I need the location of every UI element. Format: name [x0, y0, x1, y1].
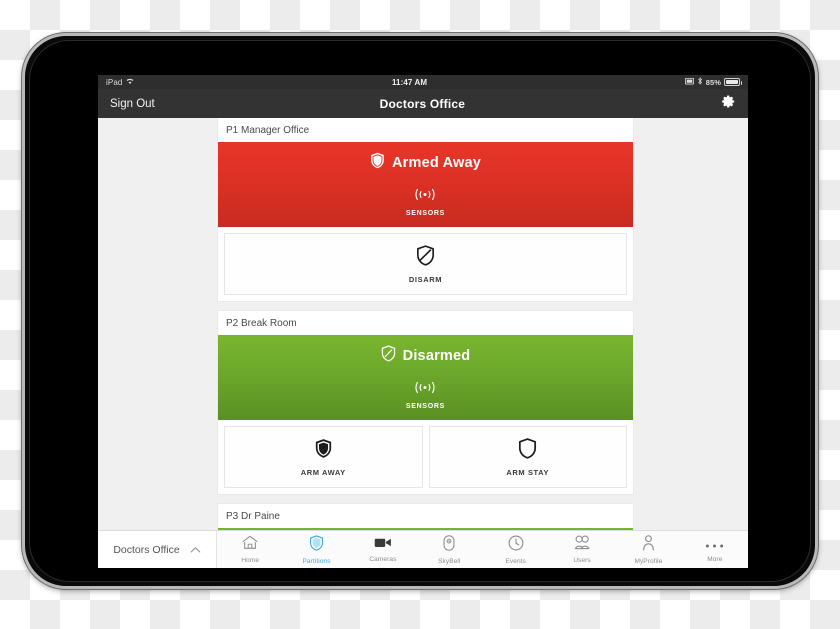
tab-label: SkyBell	[438, 557, 461, 565]
tab-home[interactable]: Home	[217, 531, 283, 568]
battery-icon	[724, 78, 742, 86]
tab-label: Cameras	[369, 556, 397, 563]
status-bar-right: 85%	[684, 77, 742, 87]
status-bar-clock: 11:47 AM	[391, 77, 428, 87]
ios-status-bar: iPad 11:47 AM 85%	[98, 75, 748, 89]
shield-icon	[309, 534, 324, 556]
app-nav-bar: Sign Out Doctors Office	[98, 89, 748, 118]
sensors-signal-icon	[414, 381, 436, 399]
partition-title: P3 Dr Paine	[218, 504, 633, 528]
partitions-scroll-area[interactable]: P1 Manager Office Armed Away SENSORS DIS…	[98, 118, 748, 530]
carrier-label: iPad	[106, 77, 123, 87]
sensors-button[interactable]: SENSORS	[406, 381, 445, 410]
site-selector-label: Doctors Office	[113, 543, 180, 556]
tab-label: More	[707, 556, 723, 563]
arm-stay-button[interactable]: ARM STAY	[428, 426, 627, 488]
sensors-label: SENSORS	[405, 403, 446, 410]
action-label: ARM AWAY	[300, 468, 346, 477]
wifi-icon	[126, 78, 134, 87]
shield-outline-icon	[381, 345, 396, 367]
disarm-button[interactable]: DISARM	[224, 233, 627, 295]
ipad-screen: iPad 11:47 AM 85% Sign Out Doctors Offic…	[98, 75, 748, 568]
shield-slash-icon	[416, 245, 435, 271]
person-icon	[642, 534, 655, 556]
tab-list: Home Partitions Cameras SkyBell Events U…	[217, 531, 748, 568]
tab-events[interactable]: Events	[483, 531, 549, 568]
partition-status-band[interactable]: Armed Away SENSORS	[218, 142, 633, 227]
partition-title: P1 Manager Office	[218, 118, 633, 142]
bluetooth-icon	[697, 77, 703, 87]
tab-label: MyProfile	[634, 557, 663, 565]
partition-status: Disarmed	[381, 345, 471, 367]
partition-status-label: Disarmed	[402, 348, 471, 364]
partition-title: P2 Break Room	[218, 311, 633, 335]
partition-card: P3 Dr Paine	[218, 504, 633, 530]
tab-label: Users	[573, 557, 591, 564]
sign-out-button[interactable]: Sign Out	[110, 98, 155, 110]
gear-icon	[721, 94, 736, 114]
clock-icon	[508, 535, 524, 556]
sensors-signal-icon	[414, 188, 436, 206]
shield-filled-icon	[314, 438, 333, 464]
partitions-list: P1 Manager Office Armed Away SENSORS DIS…	[218, 118, 633, 530]
shield-filled-icon	[370, 152, 385, 174]
sensors-label: SENSORS	[405, 210, 446, 217]
action-label: ARM STAY	[506, 468, 550, 477]
tab-users[interactable]: Users	[549, 531, 615, 568]
tab-partitions[interactable]: Partitions	[283, 531, 349, 568]
partition-card: P2 Break Room Disarmed SENSORS ARM AWAY …	[218, 311, 633, 494]
partition-status-label: Armed Away	[391, 155, 482, 171]
shield-outline-icon	[518, 438, 537, 464]
partition-status: Armed Away	[370, 152, 481, 174]
partition-actions: DISARM	[218, 227, 633, 301]
sensors-button[interactable]: SENSORS	[406, 188, 445, 217]
tab-cameras[interactable]: Cameras	[350, 531, 416, 568]
ipad-device-frame: iPad 11:47 AM 85% Sign Out Doctors Offic…	[22, 33, 818, 589]
tab-more[interactable]: More	[682, 531, 748, 568]
partition-actions: ARM AWAY ARM STAY	[218, 420, 633, 494]
battery-percent-label: 85%	[705, 77, 721, 87]
arm-away-button[interactable]: ARM AWAY	[224, 426, 423, 488]
status-bar-left: iPad	[106, 78, 134, 87]
partition-status-band[interactable]: Disarmed SENSORS	[218, 335, 633, 420]
bottom-tab-bar: Doctors Office Home Partitions Cameras S…	[98, 530, 748, 568]
ellipsis-icon	[705, 536, 724, 554]
home-icon	[242, 535, 258, 555]
site-selector[interactable]: Doctors Office	[98, 531, 217, 568]
screen-mirroring-icon	[684, 77, 694, 87]
settings-button[interactable]	[690, 94, 736, 114]
page-title: Doctors Office	[379, 96, 466, 111]
video-camera-icon	[374, 536, 392, 554]
tab-label: Events	[505, 557, 526, 565]
doorbell-icon	[443, 534, 455, 556]
tab-label: Partitions	[302, 557, 331, 565]
tab-skybell[interactable]: SkyBell	[416, 531, 482, 568]
chevron-up-icon	[190, 541, 201, 559]
users-icon	[573, 535, 591, 555]
partition-card: P1 Manager Office Armed Away SENSORS DIS…	[218, 118, 633, 301]
tab-label: Home	[241, 557, 260, 564]
action-label: DISARM	[408, 275, 443, 284]
tab-myprofile[interactable]: MyProfile	[615, 531, 681, 568]
